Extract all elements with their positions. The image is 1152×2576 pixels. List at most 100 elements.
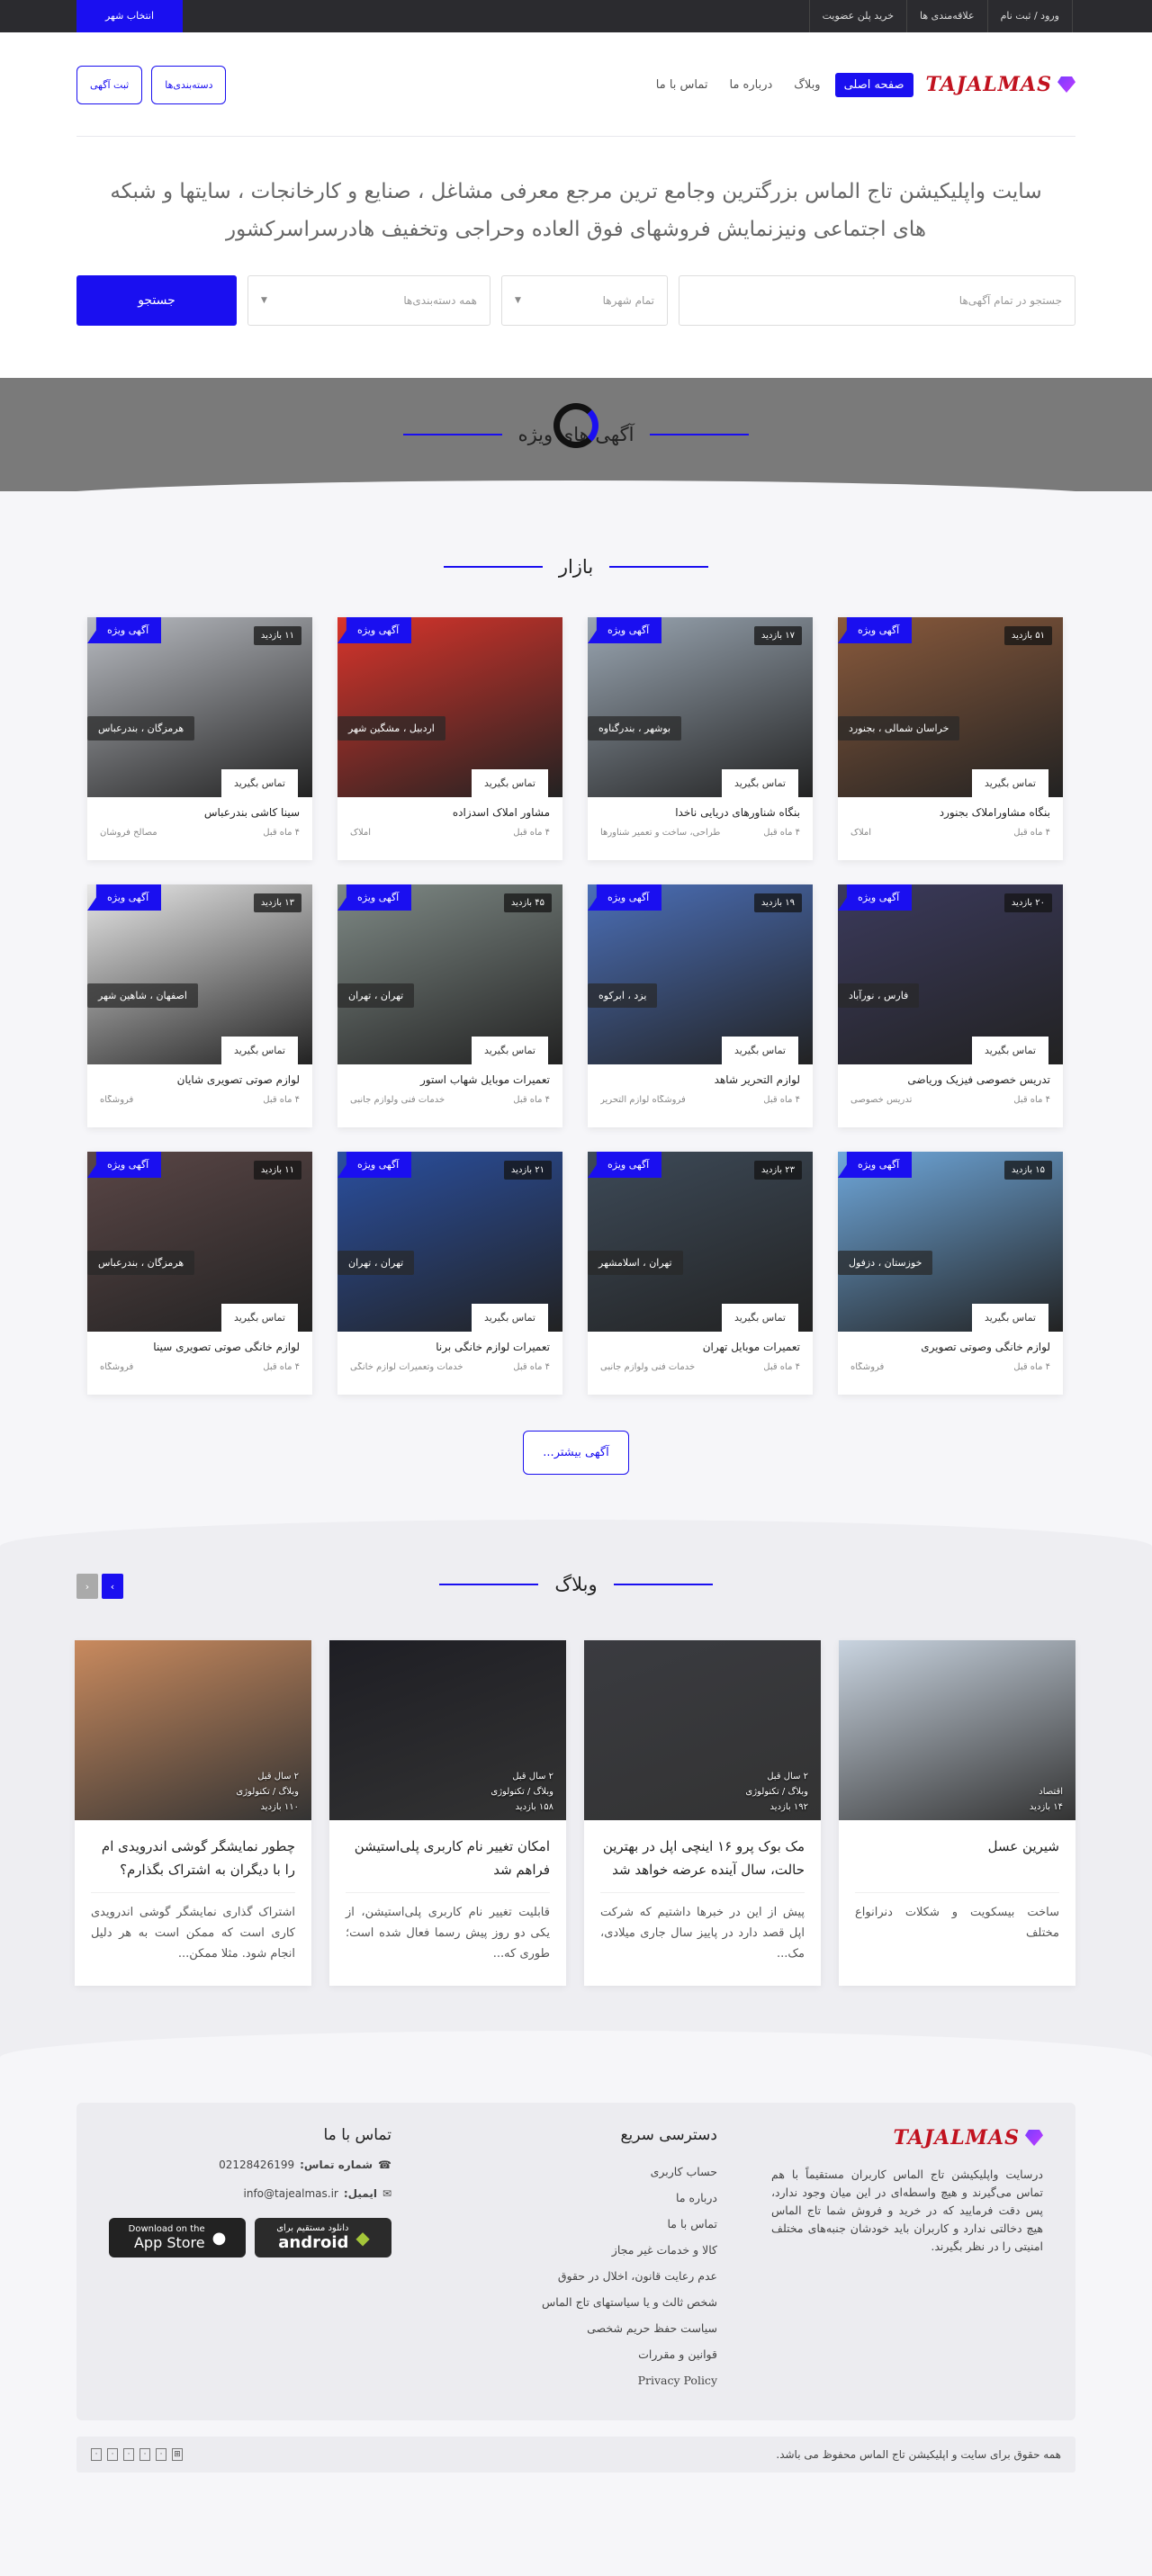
ad-title[interactable]: مشاور املاک اسدزاده — [350, 806, 550, 819]
ad-card[interactable]: آگهی ویژه ۱۵ بازدید خوزستان ، دزفول تماس… — [838, 1152, 1063, 1395]
footer-logo[interactable]: TAJALMAS — [771, 2126, 1043, 2150]
footer-link[interactable]: سیاست حفظ حریم شخصی — [446, 2315, 717, 2341]
footer-link[interactable]: قوانین و مقررات — [446, 2341, 717, 2367]
categories-button[interactable]: دسته‌بندی‌ها — [151, 65, 227, 104]
contact-button[interactable]: تماس بگیرید — [721, 1304, 798, 1332]
ad-category[interactable]: فروشگاه — [100, 1095, 133, 1105]
contact-button[interactable]: تماس بگیرید — [220, 1304, 298, 1332]
phone-value[interactable]: 02128426199 — [219, 2159, 294, 2171]
ad-card[interactable]: آگهی ویژه ۱۷ بازدید بوشهر ، بندرگناوه تم… — [588, 617, 813, 860]
footer-link[interactable]: تماس با ما — [446, 2211, 717, 2237]
contact-button[interactable]: تماس بگیرید — [471, 1304, 548, 1332]
category-select[interactable]: همه دسته‌بندی‌ها ▼ — [248, 275, 490, 326]
ad-category[interactable]: مصالح فروشان — [100, 828, 158, 838]
social-icon[interactable]: · — [91, 2448, 102, 2461]
search-button[interactable]: جستجو — [76, 275, 237, 326]
ad-card[interactable]: آگهی ویژه ۱۱ بازدید هرمزگان ، بندرعباس ت… — [87, 1152, 312, 1395]
ad-card[interactable]: آگهی ویژه ۲۰ بازدید فارس ، نورآباد تماس … — [838, 884, 1063, 1127]
post-title[interactable]: امکان تغییر نام کاربری پلی‌استیشن فراهم … — [329, 1820, 566, 1883]
ad-image[interactable]: آگهی ویژه ۴۵ بازدید تهران ، تهران تماس ب… — [338, 884, 562, 1064]
ad-category[interactable]: املاک — [350, 828, 371, 838]
contact-button[interactable]: تماس بگیرید — [721, 1037, 798, 1064]
footer-link[interactable]: Privacy Policy — [446, 2367, 717, 2393]
post-category[interactable]: وبلاگ / تکنولوژی — [745, 1784, 808, 1800]
email-value[interactable]: info@tajealmas.ir — [244, 2187, 338, 2200]
ad-image[interactable]: آگهی ویژه ۱۹ بازدید یزد ، ابرکوه تماس بگ… — [588, 884, 813, 1064]
chevron-right-icon[interactable]: › — [102, 1574, 123, 1599]
footer-link[interactable]: شخص ثالث و یا سیاستهای تاج الماس — [446, 2289, 717, 2315]
login-link[interactable]: ورود / ثبت نام — [986, 0, 1073, 32]
blog-post-card[interactable]: ۲ سال قبل وبلاگ / تکنولوژی ۱۹۲ بازدید مک… — [584, 1640, 821, 1986]
ad-image[interactable]: آگهی ویژه ۱۵ بازدید خوزستان ، دزفول تماس… — [838, 1152, 1063, 1332]
ad-category[interactable]: خدمات فنی ولوازم جانبی — [350, 1095, 445, 1105]
ad-category[interactable]: فروشگاه — [100, 1362, 133, 1372]
search-input[interactable]: جستجو در تمام آگهی‌ها — [679, 275, 1076, 326]
blog-post-card[interactable]: ۲ سال قبل وبلاگ / تکنولوژی ۱۵۸ بازدید ام… — [329, 1640, 566, 1986]
footer-link[interactable]: درباره ما — [446, 2185, 717, 2211]
ad-card[interactable]: آگهی ویژه ۲۳ بازدید تهران ، اسلامشهر تما… — [588, 1152, 813, 1395]
ad-card[interactable]: آگهی ویژه ۱۱ بازدید هرمزگان ، بندرعباس ت… — [87, 617, 312, 860]
ad-category[interactable]: طراحی، ساخت و تعمیر شناورها — [600, 828, 720, 838]
contact-button[interactable]: تماس بگیرید — [971, 769, 1048, 797]
windows-icon[interactable]: ⊞ — [172, 2448, 183, 2461]
ad-image[interactable]: آگهی ویژه ۱۳ بازدید اصفهان ، شاهین شهر ت… — [87, 884, 312, 1064]
post-ad-button[interactable]: ثبت آگهی — [76, 65, 143, 104]
ad-image[interactable]: آگهی ویژه ۱۱ بازدید هرمزگان ، بندرعباس ت… — [87, 617, 312, 797]
ad-category[interactable]: املاک — [850, 828, 871, 838]
post-category[interactable]: وبلاگ / تکنولوژی — [490, 1784, 554, 1800]
ad-title[interactable]: تدریس خصوصی فیزیک وریاضی — [850, 1073, 1050, 1086]
ad-image[interactable]: آگهی ویژه اردبیل ، مشگین شهر تماس بگیرید — [338, 617, 562, 797]
chevron-left-icon[interactable]: ‹ — [76, 1574, 98, 1599]
post-image[interactable]: ۲ سال قبل وبلاگ / تکنولوژی ۱۵۸ بازدید — [329, 1640, 566, 1820]
more-ads-button[interactable]: آگهی بیشتر... — [523, 1431, 629, 1475]
ad-title[interactable]: بنگاه شناورهای دریایی ناخدا — [600, 806, 800, 819]
nav-contact[interactable]: تماس با ما — [649, 73, 716, 97]
post-title[interactable]: شیرین عسل — [839, 1820, 1076, 1883]
nav-blog[interactable]: وبلاگ — [787, 73, 827, 97]
ad-title[interactable]: تعمیرات موبایل تهران — [600, 1341, 800, 1353]
post-image[interactable]: ۲ سال قبل وبلاگ / تکنولوژی ۱۱۰ بازدید — [75, 1640, 311, 1820]
social-icon[interactable]: · — [107, 2448, 118, 2461]
android-download-button[interactable]: ◆ دانلود مستقیم برای android — [255, 2218, 392, 2257]
ad-title[interactable]: بنگاه مشاوراملاک بجنورد — [850, 806, 1050, 819]
ad-card[interactable]: آگهی ویژه ۵۱ بازدید خراسان شمالی ، بجنور… — [838, 617, 1063, 860]
ad-image[interactable]: آگهی ویژه ۱۱ بازدید هرمزگان ، بندرعباس ت… — [87, 1152, 312, 1332]
post-title[interactable]: چطور نمایشگر گوشی اندرویدی ام را با دیگر… — [75, 1820, 311, 1883]
ad-image[interactable]: آگهی ویژه ۲۳ بازدید تهران ، اسلامشهر تما… — [588, 1152, 813, 1332]
ad-title[interactable]: لوازم خانگی صوتی تصویری سینا — [100, 1341, 300, 1353]
city-select[interactable]: تمام شهرها ▼ — [501, 275, 668, 326]
ad-card[interactable]: آگهی ویژه اردبیل ، مشگین شهر تماس بگیرید… — [338, 617, 562, 860]
ad-category[interactable]: خدمات فنی ولوازم جانبی — [600, 1362, 695, 1372]
membership-link[interactable]: خرید پلن عضویت — [808, 0, 906, 32]
ad-card[interactable]: آگهی ویژه ۱۹ بازدید یزد ، ابرکوه تماس بگ… — [588, 884, 813, 1127]
footer-link[interactable]: حساب کاربری — [446, 2159, 717, 2185]
site-logo[interactable]: TAJALMAS — [926, 73, 1076, 96]
app-store-button[interactable]: ● Download on the App Store — [109, 2218, 246, 2257]
ad-title[interactable]: لوازم خانگی وصوتی تصویری — [850, 1341, 1050, 1353]
ad-image[interactable]: آگهی ویژه ۵۱ بازدید خراسان شمالی ، بجنور… — [838, 617, 1063, 797]
ad-title[interactable]: سینا کاشی بندرعباس — [100, 806, 300, 819]
ad-image[interactable]: آگهی ویژه ۱۷ بازدید بوشهر ، بندرگناوه تم… — [588, 617, 813, 797]
ad-image[interactable]: آگهی ویژه ۲۱ بازدید تهران ، تهران تماس ب… — [338, 1152, 562, 1332]
ad-card[interactable]: آگهی ویژه ۴۵ بازدید تهران ، تهران تماس ب… — [338, 884, 562, 1127]
social-icon[interactable]: · — [156, 2448, 166, 2461]
social-icon[interactable]: · — [123, 2448, 134, 2461]
footer-link[interactable]: کالا و خدمات غیر مجاز — [446, 2237, 717, 2263]
nav-home[interactable]: صفحه اصلی — [834, 72, 914, 97]
blog-post-card[interactable]: ۲ سال قبل وبلاگ / تکنولوژی ۱۱۰ بازدید چط… — [75, 1640, 311, 1986]
contact-button[interactable]: تماس بگیرید — [471, 1037, 548, 1064]
ad-image[interactable]: آگهی ویژه ۲۰ بازدید فارس ، نورآباد تماس … — [838, 884, 1063, 1064]
contact-button[interactable]: تماس بگیرید — [721, 769, 798, 797]
contact-button[interactable]: تماس بگیرید — [971, 1037, 1048, 1064]
ad-title[interactable]: تعمیرات لوازم خانگی برنا — [350, 1341, 550, 1353]
post-category[interactable]: وبلاگ / تکنولوژی — [236, 1784, 299, 1800]
ad-card[interactable]: آگهی ویژه ۲۱ بازدید تهران ، تهران تماس ب… — [338, 1152, 562, 1395]
favorites-link[interactable]: علاقه‌مندی ها — [906, 0, 987, 32]
ad-title[interactable]: تعمیرات موبایل شهاب استور — [350, 1073, 550, 1086]
ad-category[interactable]: تدریس خصوصی — [850, 1095, 912, 1105]
post-image[interactable]: ۲ سال قبل وبلاگ / تکنولوژی ۱۹۲ بازدید — [584, 1640, 821, 1820]
post-image[interactable]: اقتصاد ۱۴ بازدید — [839, 1640, 1076, 1820]
ad-category[interactable]: فروشگاه — [850, 1362, 884, 1372]
ad-title[interactable]: لوازم التحریر شاهد — [600, 1073, 800, 1086]
ad-title[interactable]: لوازم صوتی تصویری شایان — [100, 1073, 300, 1086]
